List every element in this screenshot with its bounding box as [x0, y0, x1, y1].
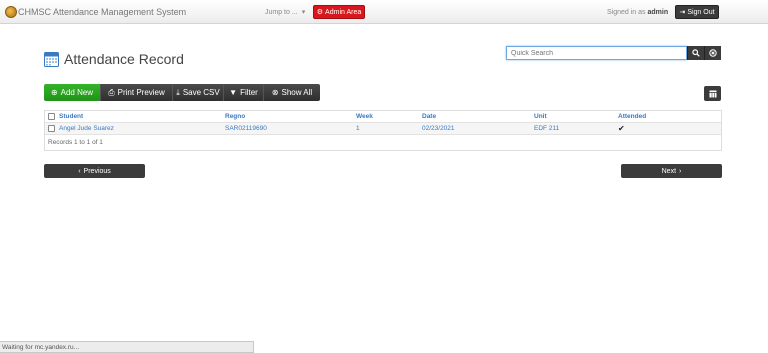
chevron-left-icon: ‹	[78, 167, 81, 175]
cell-unit[interactable]: EDF 211	[534, 125, 618, 132]
table-row: Angel Jude Suarez SAR02119690 1 02/23/20…	[45, 123, 721, 135]
next-label: Next	[661, 167, 677, 175]
row-checkbox[interactable]	[48, 125, 55, 132]
columns-button[interactable]	[704, 86, 721, 101]
select-all-checkbox[interactable]	[48, 113, 55, 120]
clear-search-button[interactable]	[704, 46, 721, 60]
cell-date[interactable]: 02/23/2021	[422, 125, 534, 132]
gear-icon: ⚙	[316, 9, 324, 16]
toolbar: ⊕ Add New ⎙ Print Preview ⤓ Save CSV ▼ F…	[44, 84, 320, 101]
cell-week[interactable]: 1	[356, 125, 422, 132]
sign-out-label: Sign Out	[687, 8, 715, 16]
page-title-text: Attendance Record	[64, 51, 184, 67]
column-header-regno[interactable]: Regno	[225, 113, 356, 120]
clear-icon	[709, 49, 717, 57]
table-header-row: Student Regno Week Date Unit Attended	[45, 111, 721, 123]
search-input[interactable]	[506, 46, 687, 60]
filter-button[interactable]: ▼ Filter	[224, 84, 264, 101]
quick-search	[506, 46, 722, 60]
cell-student[interactable]: Angel Jude Suarez	[56, 125, 225, 132]
add-new-button[interactable]: ⊕ Add New	[44, 84, 101, 101]
select-all-cell	[45, 113, 56, 120]
attendance-table: Student Regno Week Date Unit Attended An…	[44, 110, 722, 151]
chevron-right-icon: ›	[679, 167, 682, 175]
show-all-label: Show All	[281, 88, 313, 97]
jump-to-menu[interactable]: Jump to ... ▾	[265, 8, 306, 17]
filter-label: Filter	[240, 88, 258, 97]
column-header-student[interactable]: Student	[56, 113, 225, 120]
column-header-date[interactable]: Date	[422, 113, 534, 120]
add-new-label: Add New	[60, 88, 94, 97]
print-icon: ⎙	[108, 87, 115, 97]
admin-area-button[interactable]: ⚙ Admin Area	[313, 5, 365, 19]
download-icon: ⤓	[176, 87, 180, 97]
sign-out-button[interactable]: ⇥ Sign Out	[675, 5, 719, 19]
show-all-button[interactable]: ⊗ Show All	[264, 84, 320, 101]
cell-regno[interactable]: SAR02119690	[225, 125, 356, 132]
search-button[interactable]	[687, 46, 704, 60]
brand[interactable]: CHMSC Attendance Management System	[5, 5, 186, 19]
previous-label: Previous	[83, 167, 111, 175]
page-title: Attendance Record	[44, 51, 184, 67]
signed-in-text: Signed in as admin	[607, 9, 668, 16]
app-title: CHMSC Attendance Management System	[18, 7, 187, 17]
print-preview-label: Print Preview	[117, 88, 165, 97]
check-mark-icon: ✔	[618, 124, 625, 133]
filter-icon: ▼	[229, 88, 238, 97]
next-button[interactable]: Next ›	[621, 164, 722, 178]
column-header-week[interactable]: Week	[356, 113, 422, 120]
caret-down-icon: ▾	[301, 9, 306, 16]
browser-status-bar: Waiting for mc.yandex.ru...	[0, 341, 254, 353]
top-navbar: CHMSC Attendance Management System Jump …	[0, 0, 768, 24]
columns-icon	[709, 90, 716, 97]
signed-in-prefix: Signed in as	[607, 9, 646, 16]
column-header-unit[interactable]: Unit	[534, 113, 618, 120]
signed-in-user: admin	[647, 9, 669, 16]
logo-icon	[5, 6, 17, 18]
cell-attended: ✔	[618, 124, 718, 133]
column-header-attended[interactable]: Attended	[618, 113, 718, 120]
records-count: Records 1 to 1 of 1	[48, 139, 103, 146]
jump-to-label: Jump to ...	[265, 8, 298, 16]
save-csv-button[interactable]: ⤓ Save CSV	[173, 84, 224, 101]
previous-button[interactable]: ‹ Previous	[44, 164, 145, 178]
search-icon	[692, 49, 700, 57]
circle-x-icon: ⊗	[271, 88, 279, 97]
calendar-icon	[44, 52, 59, 67]
plus-circle-icon: ⊕	[50, 88, 58, 97]
row-select-cell	[45, 125, 56, 132]
save-csv-label: Save CSV	[182, 88, 220, 97]
admin-area-label: Admin Area	[325, 8, 362, 16]
logout-icon: ⇥	[679, 9, 686, 16]
print-preview-button[interactable]: ⎙ Print Preview	[101, 84, 173, 101]
